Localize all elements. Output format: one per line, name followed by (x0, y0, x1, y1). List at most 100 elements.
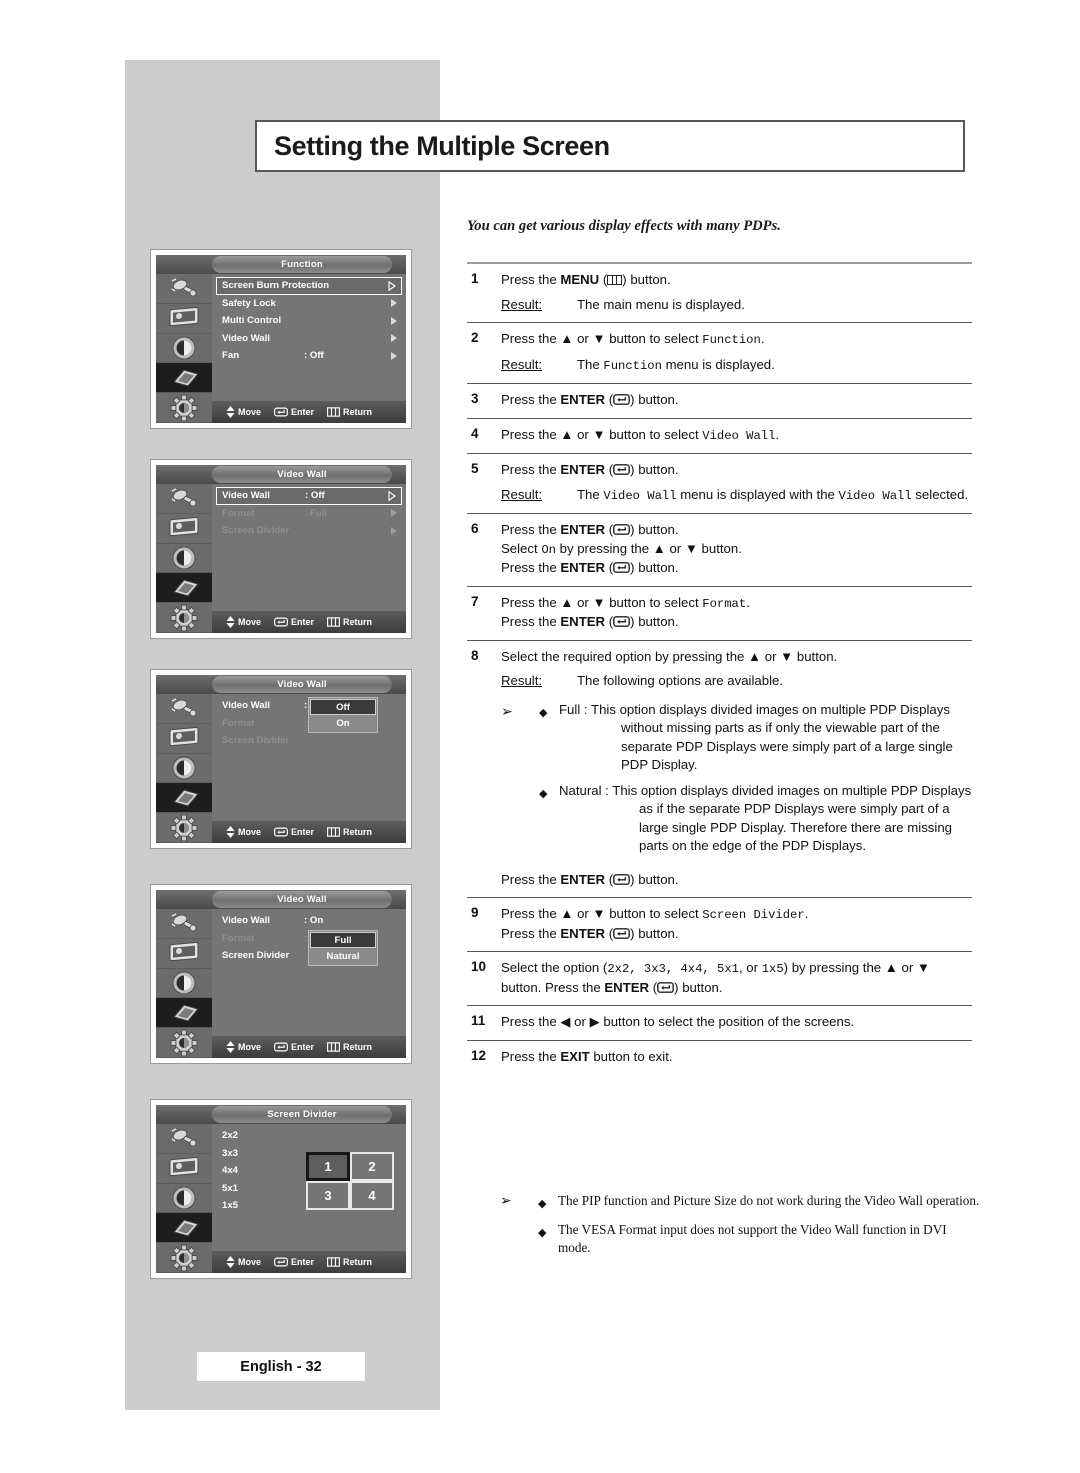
osd-screen: Video Wall Video Wall: On Format: Screen Di… (156, 890, 406, 1058)
osd-return-hint: Return (327, 1257, 372, 1267)
enter-bold: ENTER (560, 560, 606, 575)
enter-icon (274, 617, 288, 627)
osd-row-safety-lock[interactable]: Safety Lock (216, 295, 402, 313)
step-10: 10 Select the option (2x2, 3x3, 4x4, 5x1… (467, 952, 972, 1006)
t: . (746, 594, 750, 610)
rail-item-sound-speaker[interactable] (156, 969, 212, 999)
osd-item-list: Screen Burn Protection Safety Lock Multi C… (216, 277, 402, 397)
osd-row-fan[interactable]: Fan: Off (216, 347, 402, 365)
step-9-line-1: Press the ▲ or ▼ button to select Screen… (501, 905, 972, 925)
result-a: The (577, 486, 604, 502)
picture-display-icon (168, 307, 200, 329)
divider-cell-2[interactable]: 2 (350, 1152, 394, 1181)
final-note-text: The PIP function and Picture Size do not… (558, 1193, 980, 1208)
option-natural: ◆ Natural : This option displays divided… (539, 782, 972, 856)
osd-bottom-bar: Move Enter Return (212, 1251, 406, 1273)
step-4-text-a: Press the ▲ or ▼ button to select (501, 426, 703, 442)
osd-return-hint: Return (327, 617, 372, 627)
step-2: 2 Press the ▲ or ▼ button to select Func… (467, 323, 972, 384)
rail-item-picture-display[interactable] (156, 304, 212, 334)
screen-divider-preview-grid: 1234 (306, 1152, 394, 1210)
osd-row-video-wall[interactable]: Video Wall: Off (216, 487, 402, 505)
osd-enter-hint: Enter (274, 827, 314, 837)
osd-popup-option-on[interactable]: On (310, 715, 376, 731)
step-6-line-2: Select On by pressing the ▲ or ▼ button. (501, 540, 972, 560)
rail-item-sound-speaker[interactable] (156, 754, 212, 784)
rail-item-picture-display[interactable] (156, 939, 212, 969)
rail-item-picture-display[interactable] (156, 724, 212, 754)
step-number: 1 (471, 271, 479, 286)
setup-gear-icon (170, 604, 198, 632)
osd-row-value: : (304, 717, 308, 729)
osd-popup-options: Off On (308, 697, 378, 733)
rail-item-setup-gear[interactable] (156, 393, 212, 423)
input-source-icon (169, 1127, 199, 1149)
osd-row-screen-divider[interactable]: Screen Divider (216, 732, 402, 750)
rail-item-setup-gear[interactable] (156, 813, 212, 843)
osd-row-video-wall[interactable]: Video Wall: On (216, 912, 402, 930)
rail-item-function-panel[interactable] (156, 783, 212, 814)
osd-row-multi-control[interactable]: Multi Control (216, 312, 402, 330)
menu-icon (327, 407, 340, 417)
rail-item-input-source[interactable] (156, 274, 212, 304)
result-text: The Function menu is displayed. (577, 356, 972, 376)
step-8-trailing-enter: Press the ENTER () button. (467, 864, 972, 898)
step-3: 3 Press the ENTER () button. (467, 384, 972, 419)
rail-item-setup-gear[interactable] (156, 1243, 212, 1273)
osd-popup-option-full[interactable]: Full (310, 932, 376, 948)
osd-row-label: Screen Divider (222, 735, 290, 747)
divider-cell-3[interactable]: 3 (306, 1181, 350, 1210)
osd-return-label: Return (343, 407, 373, 417)
rail-item-function-panel[interactable] (156, 363, 212, 394)
rail-item-input-source[interactable] (156, 694, 212, 724)
input-source-icon (169, 277, 199, 299)
rail-item-sound-speaker[interactable] (156, 1184, 212, 1214)
osd-row-screen-burn-protection[interactable]: Screen Burn Protection (216, 277, 402, 295)
osd-row-screen-divider[interactable]: Screen Divider (216, 522, 402, 540)
exit-bold: EXIT (560, 1048, 590, 1064)
step-text: Press the ENTER () button. Select On by … (501, 521, 972, 578)
rail-item-function-panel[interactable] (156, 573, 212, 604)
rail-item-input-source[interactable] (156, 484, 212, 514)
picture-display-icon (168, 942, 200, 964)
rail-item-picture-display[interactable] (156, 514, 212, 544)
osd-screen: Video Wall Video Wall: Off Format: Full Scr… (156, 465, 406, 633)
manual-page: Setting the Multiple Screen You can get … (0, 0, 1080, 1473)
divider-cell-1[interactable]: 1 (306, 1152, 350, 1181)
step-number: 11 (471, 1013, 486, 1028)
step-5-enter-bold: ENTER (560, 462, 606, 477)
rail-item-input-source[interactable] (156, 909, 212, 939)
enter-icon (613, 927, 631, 939)
osd-screen: Video Wall Video Wall: Format: Screen Divid… (156, 675, 406, 843)
osd-popup-option-off[interactable]: Off (310, 699, 376, 715)
osd-row-label: 4x4 (222, 1165, 239, 1177)
step-number: 12 (471, 1047, 487, 1063)
sound-speaker-icon (171, 970, 197, 996)
osd-row-2x2[interactable]: 2x2 (216, 1127, 402, 1145)
t: Select (501, 540, 542, 556)
t: button to exit. (589, 1048, 673, 1064)
osd-menu-video-wall-menu-onoff-popup: Video Wall Video Wall: Format: Screen Divid… (151, 670, 411, 848)
format-options-list: ◆ Full : This option displays divided im… (539, 701, 972, 856)
osd-title: Function (212, 256, 392, 273)
setup-gear-icon (170, 1029, 198, 1057)
rail-item-sound-speaker[interactable] (156, 334, 212, 364)
osd-row-format[interactable]: Format: Full (216, 505, 402, 523)
result-b: menu is displayed with the (676, 486, 839, 502)
osd-row-video-wall[interactable]: Video Wall (216, 330, 402, 348)
rail-item-picture-display[interactable] (156, 1154, 212, 1184)
rail-item-input-source[interactable] (156, 1124, 212, 1154)
rail-item-setup-gear[interactable] (156, 1028, 212, 1058)
rail-item-function-panel[interactable] (156, 998, 212, 1029)
osd-popup-option-natural[interactable]: Natural (310, 948, 376, 964)
rail-item-function-panel[interactable] (156, 1213, 212, 1244)
instruction-steps: 1 Press the MENU () button. Result: The … (467, 262, 972, 1074)
osd-enter-label: Enter (291, 827, 315, 837)
rail-item-setup-gear[interactable] (156, 603, 212, 633)
enter-bold: ENTER (560, 925, 606, 941)
up-down-arrow-icon (226, 1041, 235, 1053)
osd-bottom-bar: Move Enter Return (212, 821, 406, 843)
divider-cell-4[interactable]: 4 (350, 1181, 394, 1210)
option-name: Natural : (559, 782, 613, 798)
rail-item-sound-speaker[interactable] (156, 544, 212, 574)
